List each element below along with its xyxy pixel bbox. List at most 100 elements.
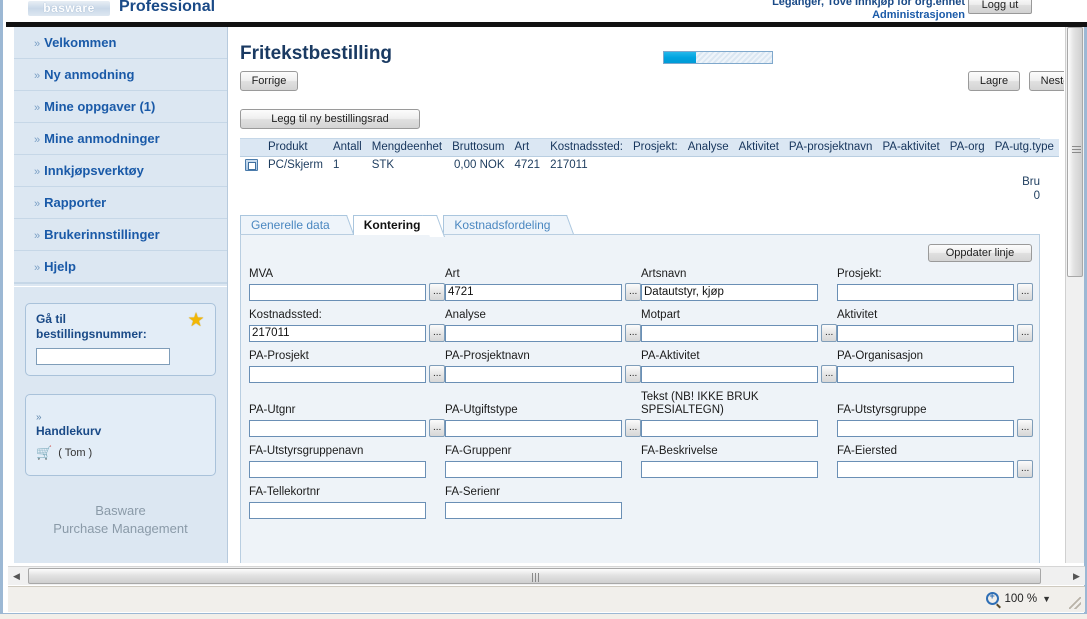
- sidebar-item-brukerinnstillinger[interactable]: » Brukerinnstillinger: [14, 219, 227, 251]
- chevron-right-icon: »: [36, 412, 42, 423]
- field-aktivitet: Aktivitet ...: [837, 309, 1033, 342]
- pa-prosjektnavn-lookup-button[interactable]: ...: [625, 365, 641, 383]
- motpart-lookup-button[interactable]: ...: [821, 324, 837, 342]
- sidebar-item-rapporter[interactable]: » Rapporter: [14, 187, 227, 219]
- fa-eiersted-input[interactable]: [837, 460, 1015, 478]
- add-order-row-button[interactable]: Legg til ny bestillingsrad: [240, 109, 420, 129]
- field-control: ...: [445, 419, 641, 437]
- field-label: PA-Prosjektnavn: [445, 350, 530, 362]
- fa-tellekortnr-input[interactable]: [249, 501, 427, 519]
- cell-kostnadssted: 217011: [545, 156, 628, 174]
- field-label: PA-Utgnr: [249, 404, 296, 416]
- field-control: ...: [249, 324, 445, 342]
- vertical-scrollbar[interactable]: [1065, 27, 1084, 563]
- field-label: Aktivitet: [837, 309, 878, 321]
- cell-pa-utg-type: [989, 156, 1059, 174]
- pa-utgiftstype-input[interactable]: [445, 419, 623, 437]
- cell-pa-prosjektnavn: [783, 156, 878, 174]
- field-control: ...: [445, 460, 641, 478]
- fa-utstyrsgruppe-input[interactable]: [837, 419, 1015, 437]
- field-control: ...: [445, 501, 641, 519]
- cart-title[interactable]: Handlekurv: [36, 424, 205, 438]
- fa-gruppenr-input[interactable]: [445, 460, 623, 478]
- sidebar-item-hjelp[interactable]: » Hjelp: [14, 251, 227, 283]
- cell-aktivitet: [733, 156, 784, 174]
- previous-button[interactable]: Forrige: [240, 71, 298, 91]
- form-row-2: Kostnadssted: ... Analyse ...: [249, 309, 1033, 342]
- row-select-cell[interactable]: [240, 156, 263, 174]
- field-kostnadssted: Kostnadssted: ...: [249, 309, 445, 342]
- horizontal-scrollbar[interactable]: ◀ ▶: [8, 566, 1085, 585]
- vertical-scrollbar-thumb[interactable]: [1067, 27, 1083, 277]
- pa-utgiftstype-lookup-button[interactable]: ...: [625, 419, 641, 437]
- fa-utstyrsgruppe-lookup-button[interactable]: ...: [1017, 419, 1033, 437]
- next-button[interactable]: Neste: [1029, 71, 1064, 91]
- field-control: ...: [641, 283, 837, 301]
- form-row-5: FA-Utstyrsgruppenavn ... FA-Gruppenr ...: [249, 445, 1033, 478]
- mva-lookup-button[interactable]: ...: [429, 283, 445, 301]
- tab-generelle-data[interactable]: Generelle data: [240, 215, 344, 235]
- order-number-input[interactable]: [36, 348, 170, 365]
- form-row-3: PA-Prosjekt ... PA-Prosjektnavn ... PA-A…: [249, 350, 1033, 383]
- table-row[interactable]: PC/Skjerm 1 STK 0,00 NOK 4721 217011: [240, 156, 1059, 174]
- fa-eiersted-lookup-button[interactable]: ...: [1017, 460, 1033, 478]
- sidebar-item-innkjopsverktoy[interactable]: » Innkjøpsverktøy: [14, 155, 227, 187]
- status-bar: 100 % ▼: [8, 586, 1085, 612]
- sidebar-item-ny-anmodning[interactable]: » Ny anmodning: [14, 59, 227, 91]
- pa-utgnr-lookup-button[interactable]: ...: [429, 419, 445, 437]
- aktivitet-input[interactable]: [837, 324, 1015, 342]
- fa-serienr-input[interactable]: [445, 501, 623, 519]
- prosjekt-lookup-button[interactable]: ...: [1017, 283, 1033, 301]
- pa-organisasjon-input[interactable]: [837, 365, 1015, 383]
- zoom-control[interactable]: 100 % ▼: [986, 591, 1051, 605]
- analyse-input[interactable]: [445, 324, 623, 342]
- tekst-input[interactable]: [641, 419, 819, 437]
- pa-prosjekt-lookup-button[interactable]: ...: [429, 365, 445, 383]
- column-header-bruttosum: Bruttosum: [447, 139, 510, 157]
- field-label: PA-Prosjekt: [249, 350, 309, 362]
- pa-aktivitet-lookup-button[interactable]: ...: [821, 365, 837, 383]
- logout-button[interactable]: Logg ut: [968, 0, 1032, 14]
- sidebar-item-mine-anmodninger[interactable]: » Mine anmodninger: [14, 123, 227, 155]
- cell-art: 4721: [509, 156, 546, 174]
- fa-beskrivelse-input[interactable]: [641, 460, 819, 478]
- field-control: ...: [837, 419, 1033, 437]
- user-name-org: Leganger, Tove Innkjøp for org.enhet: [772, 0, 965, 8]
- scroll-right-arrow-icon[interactable]: ▶: [1068, 567, 1085, 585]
- aktivitet-lookup-button[interactable]: ...: [1017, 324, 1033, 342]
- sidebar-item-mine-oppgaver[interactable]: » Mine oppgaver (1): [14, 91, 227, 123]
- sidebar-item-velkommen[interactable]: » Velkommen: [14, 27, 227, 59]
- fa-utstyrsgruppenavn-input[interactable]: [249, 460, 427, 478]
- horizontal-scrollbar-thumb[interactable]: [28, 568, 1041, 584]
- tab-kostnadsfordeling[interactable]: Kostnadsfordeling: [443, 215, 565, 235]
- update-line-button[interactable]: Oppdater linje: [928, 244, 1032, 262]
- field-control: ...: [837, 365, 1033, 383]
- chevron-right-icon: »: [34, 262, 41, 274]
- cell-mengdeenhet: STK: [366, 156, 448, 174]
- kostnadssted-lookup-button[interactable]: ...: [429, 324, 445, 342]
- mva-input[interactable]: [249, 283, 427, 301]
- line-item-icon[interactable]: [245, 158, 258, 171]
- form-fields: MVA ... Art ...: [249, 268, 1033, 527]
- tab-kontering[interactable]: Kontering: [352, 215, 435, 235]
- star-icon: ★: [187, 310, 205, 331]
- kostnadssted-input[interactable]: [249, 324, 427, 342]
- chevron-down-icon[interactable]: ▼: [1042, 594, 1051, 604]
- cart-panel[interactable]: » Handlekurv 🛒 ( Tom ): [25, 394, 216, 476]
- analyse-lookup-button[interactable]: ...: [625, 324, 641, 342]
- motpart-input[interactable]: [641, 324, 819, 342]
- artsnavn-input[interactable]: [641, 283, 819, 301]
- art-input[interactable]: [445, 283, 623, 301]
- art-lookup-button[interactable]: ...: [625, 283, 641, 301]
- pa-utgnr-input[interactable]: [249, 419, 427, 437]
- prosjekt-input[interactable]: [837, 283, 1015, 301]
- pa-prosjektnavn-input[interactable]: [445, 365, 623, 383]
- table-head: Produkt Antall Mengdeenhet Bruttosum Art…: [240, 139, 1059, 157]
- window-resize-grip[interactable]: [1069, 597, 1081, 609]
- field-pa-utgnr: PA-Utgnr ...: [249, 391, 445, 437]
- pa-prosjekt-input[interactable]: [249, 365, 427, 383]
- sidebar-item-label: Velkommen: [44, 35, 117, 50]
- scroll-left-arrow-icon[interactable]: ◀: [8, 567, 25, 585]
- pa-aktivitet-input[interactable]: [641, 365, 819, 383]
- save-button[interactable]: Lagre: [968, 71, 1020, 91]
